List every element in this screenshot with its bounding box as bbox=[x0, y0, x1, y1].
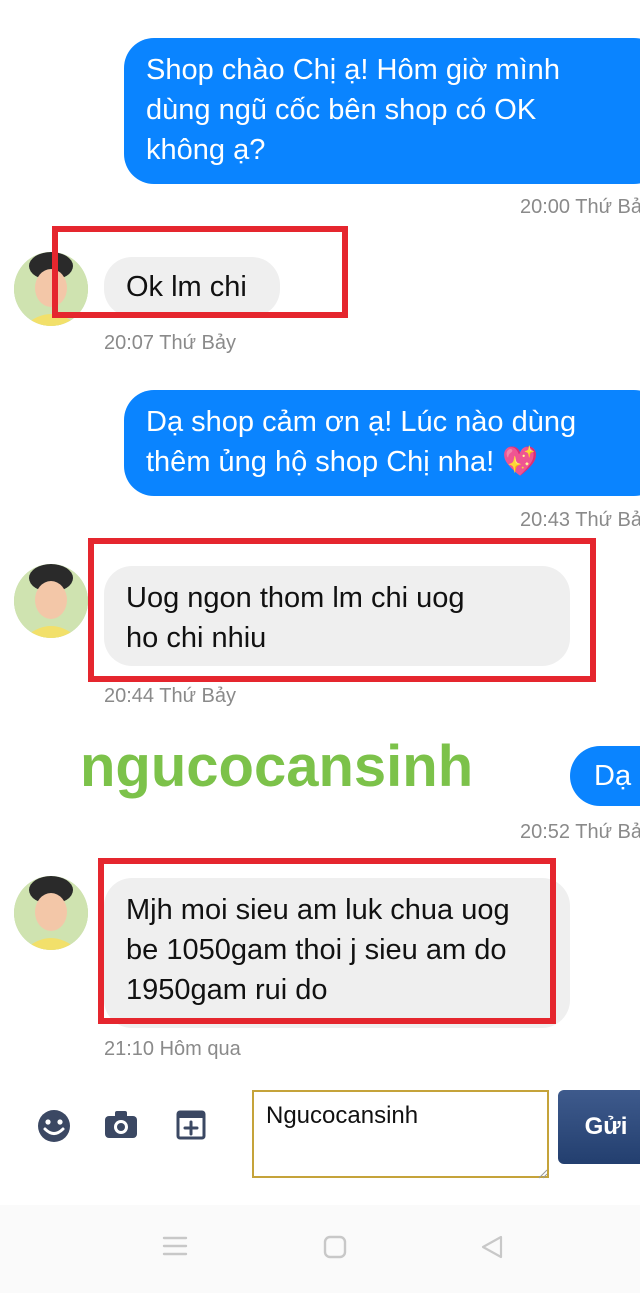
message-timestamp: 21:10 Hôm qua bbox=[104, 1038, 241, 1060]
avatar bbox=[14, 564, 88, 638]
message-input[interactable]: Ngucocansinh bbox=[252, 1090, 549, 1178]
highlight-box bbox=[98, 858, 556, 1024]
emoji-icon[interactable] bbox=[36, 1108, 72, 1149]
add-attachment-icon[interactable] bbox=[176, 1110, 206, 1145]
camera-icon[interactable] bbox=[104, 1110, 138, 1145]
message-timestamp: 20:00 Thứ Bảy bbox=[520, 196, 640, 218]
watermark-text: ngucocansinh bbox=[80, 734, 474, 799]
message-outgoing: Shop chào Chị ạ! Hôm giờ mình dùng ngũ c… bbox=[124, 38, 640, 184]
home-icon[interactable] bbox=[323, 1235, 347, 1264]
message-outgoing: Dạ bbox=[570, 746, 640, 806]
resize-grip-icon[interactable] bbox=[538, 1166, 548, 1184]
highlight-box bbox=[52, 226, 348, 318]
menu-icon[interactable] bbox=[162, 1235, 188, 1262]
message-outgoing: Dạ shop cảm ơn ạ! Lúc nào dùng thêm ủng … bbox=[124, 390, 640, 496]
message-timestamp: 20:07 Thứ Bảy bbox=[104, 332, 236, 354]
avatar bbox=[14, 876, 88, 950]
system-navigation-bar bbox=[0, 1205, 640, 1293]
highlight-box bbox=[88, 538, 596, 682]
message-timestamp: 20:52 Thứ Bảy bbox=[520, 821, 640, 843]
back-icon[interactable] bbox=[480, 1235, 504, 1264]
top-edge-hint bbox=[615, 0, 635, 2]
message-timestamp: 20:44 Thứ Bảy bbox=[104, 685, 236, 707]
send-button[interactable]: Gửi bbox=[558, 1090, 640, 1164]
message-timestamp: 20:43 Thứ Bảy bbox=[520, 509, 640, 531]
